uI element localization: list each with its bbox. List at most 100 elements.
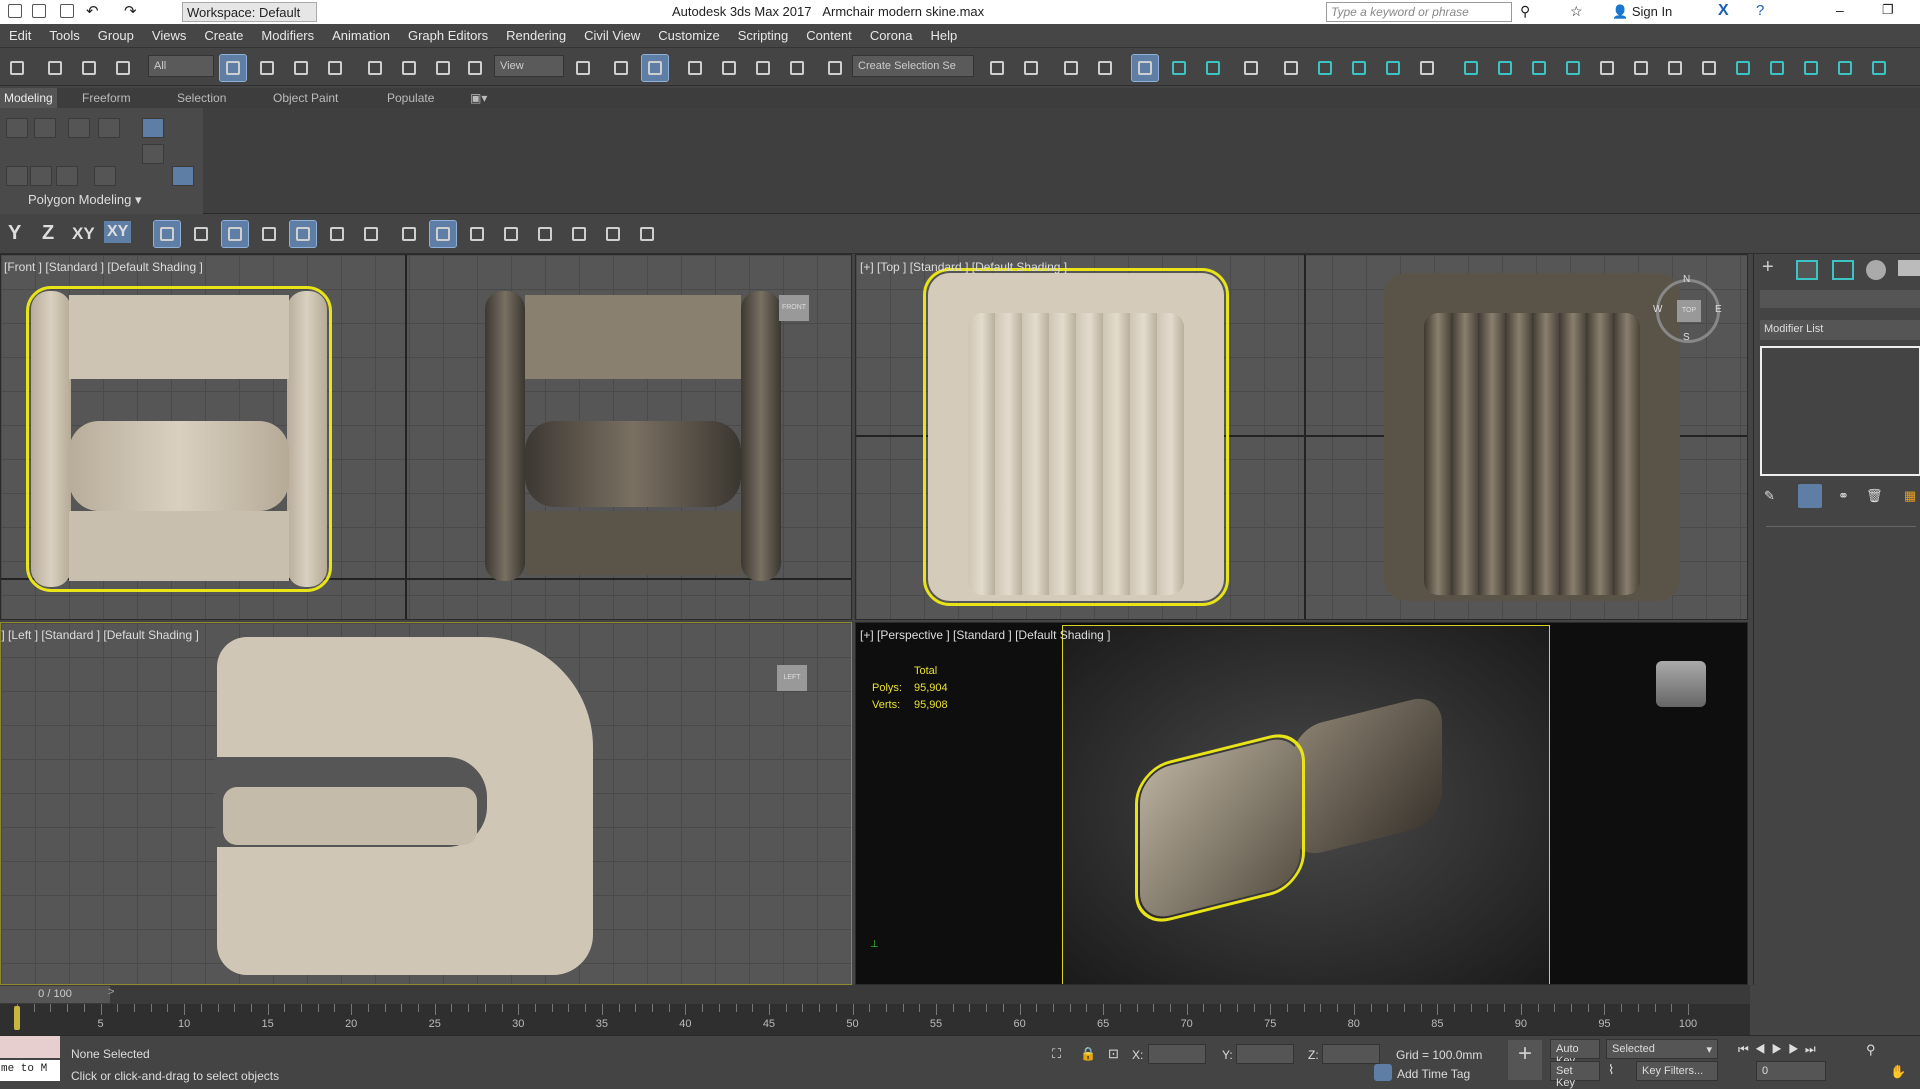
- snap-track-icon[interactable]: [600, 221, 626, 247]
- set-key-button[interactable]: Set Key: [1550, 1061, 1600, 1089]
- zoom-icon[interactable]: ⚲: [1866, 1042, 1876, 1058]
- select-by-name-icon[interactable]: [254, 55, 280, 81]
- next-frame-arrow[interactable]: >: [108, 986, 114, 998]
- time-slider-thumb[interactable]: 0 / 100: [0, 986, 110, 1003]
- snap-midpoint-icon[interactable]: [464, 221, 490, 247]
- snap-bounding-icon[interactable]: [566, 221, 592, 247]
- isolate-icon[interactable]: ⛶: [1052, 1046, 1061, 1062]
- time-tag-icon[interactable]: [1374, 1064, 1392, 1081]
- key-mode-dropdown[interactable]: Selected ▾: [1606, 1039, 1718, 1059]
- named-selection-set-dropdown[interactable]: Create Selection Se: [852, 55, 974, 77]
- remove-modifier-icon[interactable]: 🗑: [1866, 488, 1883, 504]
- snap-perp-icon[interactable]: [498, 221, 524, 247]
- menu-rendering[interactable]: Rendering: [497, 24, 575, 47]
- armchair-selected-top[interactable]: [923, 268, 1229, 606]
- menu-help[interactable]: Help: [921, 24, 966, 47]
- next-modifier-icon[interactable]: [142, 144, 164, 164]
- ribbon-toggle-icon[interactable]: [1131, 54, 1159, 82]
- menu-corona[interactable]: Corona: [861, 24, 922, 47]
- open-file-icon[interactable]: [32, 4, 46, 18]
- configure-modifier-sets-icon[interactable]: ▦: [1904, 488, 1916, 504]
- tab-object-paint[interactable]: Object Paint: [273, 91, 338, 105]
- axis-xy-cycle-button[interactable]: XY: [104, 221, 132, 243]
- polygon-modeling-dropdown[interactable]: Polygon Modeling ▾: [28, 192, 142, 208]
- minimize-button[interactable]: –: [1836, 2, 1844, 18]
- vertex-icon[interactable]: [6, 118, 28, 138]
- absolute-mode-icon[interactable]: ⊡: [1108, 1046, 1119, 1062]
- preserve-uvs-icon[interactable]: [56, 166, 78, 186]
- restore-button[interactable]: ❐: [1882, 2, 1894, 18]
- rotate-icon[interactable]: [396, 55, 422, 81]
- pin-stack-icon[interactable]: ✎: [1764, 488, 1775, 504]
- element-icon[interactable]: [6, 166, 28, 186]
- armchair[interactable]: [485, 291, 781, 587]
- modify-tab-icon[interactable]: [1796, 260, 1818, 280]
- ribbon-options-icon[interactable]: ▣▾: [470, 91, 487, 105]
- compass[interactable]: TOP N E S W: [1653, 274, 1722, 343]
- exchange-icon[interactable]: X: [1718, 2, 1729, 20]
- view-cube[interactable]: TOP: [1677, 300, 1701, 322]
- polygon-icon[interactable]: [98, 118, 120, 138]
- curve-editor-icon[interactable]: [1166, 55, 1192, 81]
- render-production-icon[interactable]: [1346, 55, 1372, 81]
- save-icon[interactable]: [60, 4, 74, 18]
- edge-icon[interactable]: [34, 118, 56, 138]
- redo-icon[interactable]: ↷: [124, 2, 137, 20]
- modifier-stack[interactable]: [1760, 346, 1920, 476]
- axis-xy-button[interactable]: XY: [72, 224, 95, 244]
- snap-pivot-icon[interactable]: [188, 221, 214, 247]
- star-icon[interactable]: ☆: [1570, 3, 1583, 20]
- snap-edge-icon[interactable]: [289, 220, 317, 248]
- light-icon[interactable]: [1458, 55, 1484, 81]
- toggle-icon[interactable]: [94, 166, 116, 186]
- viewport-label[interactable]: [+] [Left ] [Standard ] [Default Shading…: [1, 628, 199, 642]
- snap-grid-icon[interactable]: [153, 220, 181, 248]
- menu-views[interactable]: Views: [143, 24, 195, 47]
- layer-explorer-icon[interactable]: [1092, 55, 1118, 81]
- viewport-label[interactable]: [+] [Perspective ] [Standard ] [Default …: [860, 628, 1110, 642]
- snap-lock-icon[interactable]: [634, 221, 660, 247]
- tab-populate[interactable]: Populate: [387, 91, 434, 105]
- bottle-icon[interactable]: [1662, 55, 1688, 81]
- set-key-big-button[interactable]: +: [1508, 1040, 1542, 1080]
- camera-icon[interactable]: [1526, 55, 1552, 81]
- motion-tab-icon[interactable]: [1866, 260, 1886, 280]
- selection-filter-dropdown[interactable]: All: [148, 55, 214, 77]
- playback-controls[interactable]: ⏮◀▶▶⏭: [1738, 1042, 1822, 1057]
- modifier-list-dropdown[interactable]: Modifier List: [1760, 320, 1920, 340]
- current-frame-marker[interactable]: [14, 1006, 20, 1030]
- help-icon[interactable]: ?: [1756, 2, 1764, 19]
- tree-icon[interactable]: [1560, 55, 1586, 81]
- frame-buffer-icon[interactable]: [1866, 55, 1892, 81]
- search-input[interactable]: Type a keyword or phrase: [1326, 2, 1512, 22]
- display-tab-icon[interactable]: [1898, 260, 1920, 276]
- track-bar[interactable]: 0510152025303540455055606570758085909510…: [0, 1004, 1750, 1035]
- snap-angle-icon[interactable]: [358, 221, 384, 247]
- mirror-icon[interactable]: [984, 55, 1010, 81]
- viewport-front[interactable]: [+] [Front ] [Standard ] [Default Shadin…: [0, 254, 852, 620]
- border-icon[interactable]: [68, 118, 90, 138]
- viewport-perspective[interactable]: [+] [Perspective ] [Standard ] [Default …: [855, 622, 1748, 985]
- maxscript-input[interactable]: me to M: [0, 1060, 60, 1081]
- render-in-cloud-icon[interactable]: [1414, 55, 1440, 81]
- time-slider[interactable]: 0 / 100 >: [0, 985, 1750, 1004]
- select-manipulate-icon[interactable]: [608, 55, 634, 81]
- sun-icon[interactable]: [1492, 55, 1518, 81]
- edit-named-selection-icon[interactable]: [822, 55, 848, 81]
- interactive-icon[interactable]: [1764, 55, 1790, 81]
- angle-snap-icon[interactable]: [716, 55, 742, 81]
- place-icon[interactable]: [462, 55, 488, 81]
- menu-graph-editors[interactable]: Graph Editors: [399, 24, 497, 47]
- reference-coordinate-dropdown[interactable]: View: [494, 55, 564, 77]
- snap-xy-icon[interactable]: [429, 220, 457, 248]
- spinner-snap-icon[interactable]: [784, 55, 810, 81]
- key-tangent-icon[interactable]: ⌇: [1608, 1062, 1614, 1078]
- schematic-view-icon[interactable]: [1200, 55, 1226, 81]
- scale-icon[interactable]: [430, 55, 456, 81]
- tab-freeform[interactable]: Freeform: [82, 91, 131, 105]
- new-file-icon[interactable]: [8, 4, 22, 18]
- rect-selection-icon[interactable]: [288, 55, 314, 81]
- make-unique-icon[interactable]: ⚭: [1838, 488, 1849, 504]
- snap-tangent-icon[interactable]: [532, 221, 558, 247]
- armchair-top[interactable]: [1384, 273, 1680, 601]
